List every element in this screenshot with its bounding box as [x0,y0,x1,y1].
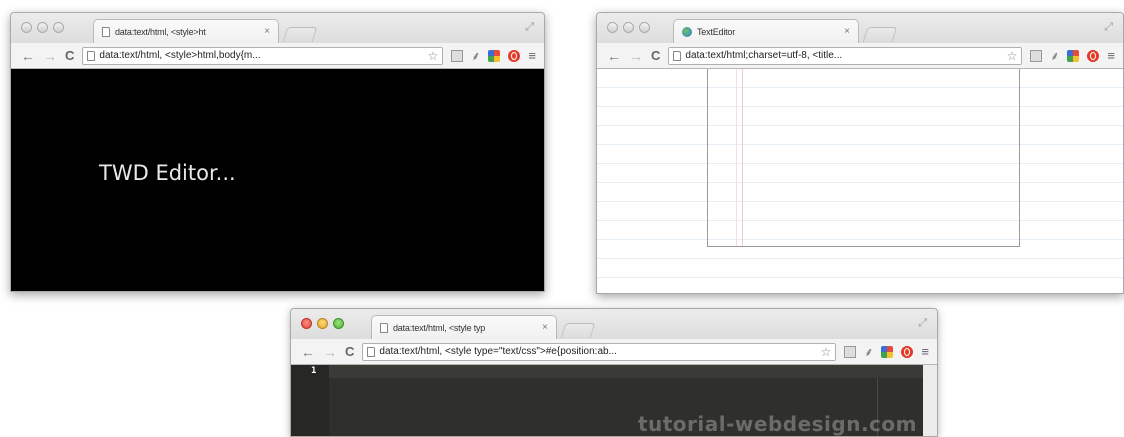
tab-close-icon[interactable]: × [264,26,270,37]
reload-button[interactable]: C [345,345,354,358]
back-button[interactable]: ← [607,49,621,63]
extension-tool-icon[interactable]: ⸙ [864,346,873,358]
browser-tab[interactable]: data:text/html, <style>ht × [93,19,279,43]
title-bar: TextEditor × ⤢ [597,13,1123,43]
page-icon [380,322,388,333]
tab-close-icon[interactable]: × [542,322,548,333]
extension-tool-icon[interactable]: ⸙ [1050,50,1059,62]
address-text: data:text/html;charset=utf-8, <title... [685,50,843,61]
zoom-window-button[interactable] [639,22,650,33]
menu-icon[interactable]: ≡ [528,49,536,62]
extension-colorful-icon[interactable] [488,49,501,62]
browser-tab[interactable]: TextEditor × [673,19,859,43]
page-icon [367,346,376,357]
fullscreen-icon[interactable]: ⤢ [1104,21,1113,34]
zoom-window-button[interactable] [53,22,64,33]
page-content[interactable]: TWD Editor... [11,69,544,291]
title-bar: data:text/html, <style>ht × ⤢ [11,13,544,43]
menu-icon[interactable]: ≡ [921,345,929,358]
editor-paper[interactable] [707,69,1020,247]
fullscreen-icon[interactable]: ⤢ [918,317,927,330]
fullscreen-icon[interactable]: ⤢ [525,21,534,34]
page-icon [102,26,110,37]
title-bar: data:text/html, <style typ × ⤢ [291,309,937,339]
minimize-window-button[interactable] [623,22,634,33]
page-icon [673,50,682,61]
reload-button[interactable]: C [651,49,660,62]
extension-reader-icon[interactable] [844,345,857,358]
tab-title: data:text/html, <style>ht [115,26,206,37]
address-text: data:text/html, <style type="text/css">#… [379,346,617,357]
address-bar[interactable]: data:text/html, <style type="text/css">#… [362,342,837,361]
tab-title: TextEditor [697,26,736,37]
forward-button[interactable]: → [323,345,337,359]
extension-reader-icon[interactable] [451,49,464,62]
browser-toolbar: ← → C data:text/html;charset=utf-8, <tit… [597,43,1123,69]
tab-title: data:text/html, <style typ [393,322,486,333]
extension-tool-icon[interactable]: ⸙ [471,50,480,62]
back-button[interactable]: ← [301,345,315,359]
paper-margin-line [742,69,743,246]
window-controls [21,22,64,33]
page-content [597,69,1123,293]
page-heading: TWD Editor... [99,161,236,185]
new-tab-button[interactable] [560,323,596,338]
bookmark-star-icon[interactable]: ☆ [428,49,439,63]
address-text: data:text/html, <style>html,body{m... [99,50,261,61]
browser-toolbar: ← → C data:text/html, <style type="text/… [291,339,937,365]
paper-margin-line [736,69,737,246]
page-icon [87,50,96,61]
forward-button[interactable]: → [43,49,57,63]
close-window-button[interactable] [301,318,312,329]
bookmark-star-icon[interactable]: ☆ [1007,49,1018,63]
minimize-window-button[interactable] [317,318,328,329]
back-button[interactable]: ← [21,49,35,63]
browser-window-2: TextEditor × ⤢ ← → C data:text/html;char… [596,12,1124,294]
close-window-button[interactable] [607,22,618,33]
window-controls [301,318,344,329]
extension-reader-icon[interactable] [1030,49,1043,62]
tab-close-icon[interactable]: × [844,26,850,37]
address-bar[interactable]: data:text/html;charset=utf-8, <title... … [668,46,1023,65]
bookmark-star-icon[interactable]: ☆ [821,345,832,359]
globe-icon [682,26,692,37]
code-editor[interactable]: 1 tutorial-webdesign.com [291,365,937,436]
window-controls [607,22,650,33]
line-number: 1 [311,366,317,376]
extension-opera-icon[interactable] [1087,49,1100,62]
browser-window-1: data:text/html, <style>ht × ⤢ ← → C data… [10,12,545,292]
extension-opera-icon[interactable] [901,345,914,358]
watermark: tutorial-webdesign.com [637,412,917,436]
extension-opera-icon[interactable] [508,49,521,62]
extension-colorful-icon[interactable] [881,345,894,358]
forward-button[interactable]: → [629,49,643,63]
new-tab-button[interactable] [282,27,318,42]
zoom-window-button[interactable] [333,318,344,329]
active-line-highlight [329,365,923,378]
browser-window-3: data:text/html, <style typ × ⤢ ← → C dat… [290,308,938,437]
browser-toolbar: ← → C data:text/html, <style>html,body{m… [11,43,544,69]
close-window-button[interactable] [21,22,32,33]
menu-icon[interactable]: ≡ [1107,49,1115,62]
extension-colorful-icon[interactable] [1067,49,1080,62]
new-tab-button[interactable] [862,27,898,42]
editor-scrollbar[interactable] [923,365,937,436]
minimize-window-button[interactable] [37,22,48,33]
reload-button[interactable]: C [65,49,74,62]
address-bar[interactable]: data:text/html, <style>html,body{m... ☆ [82,46,444,65]
line-number-gutter: 1 [291,365,329,436]
browser-tab[interactable]: data:text/html, <style typ × [371,315,557,339]
